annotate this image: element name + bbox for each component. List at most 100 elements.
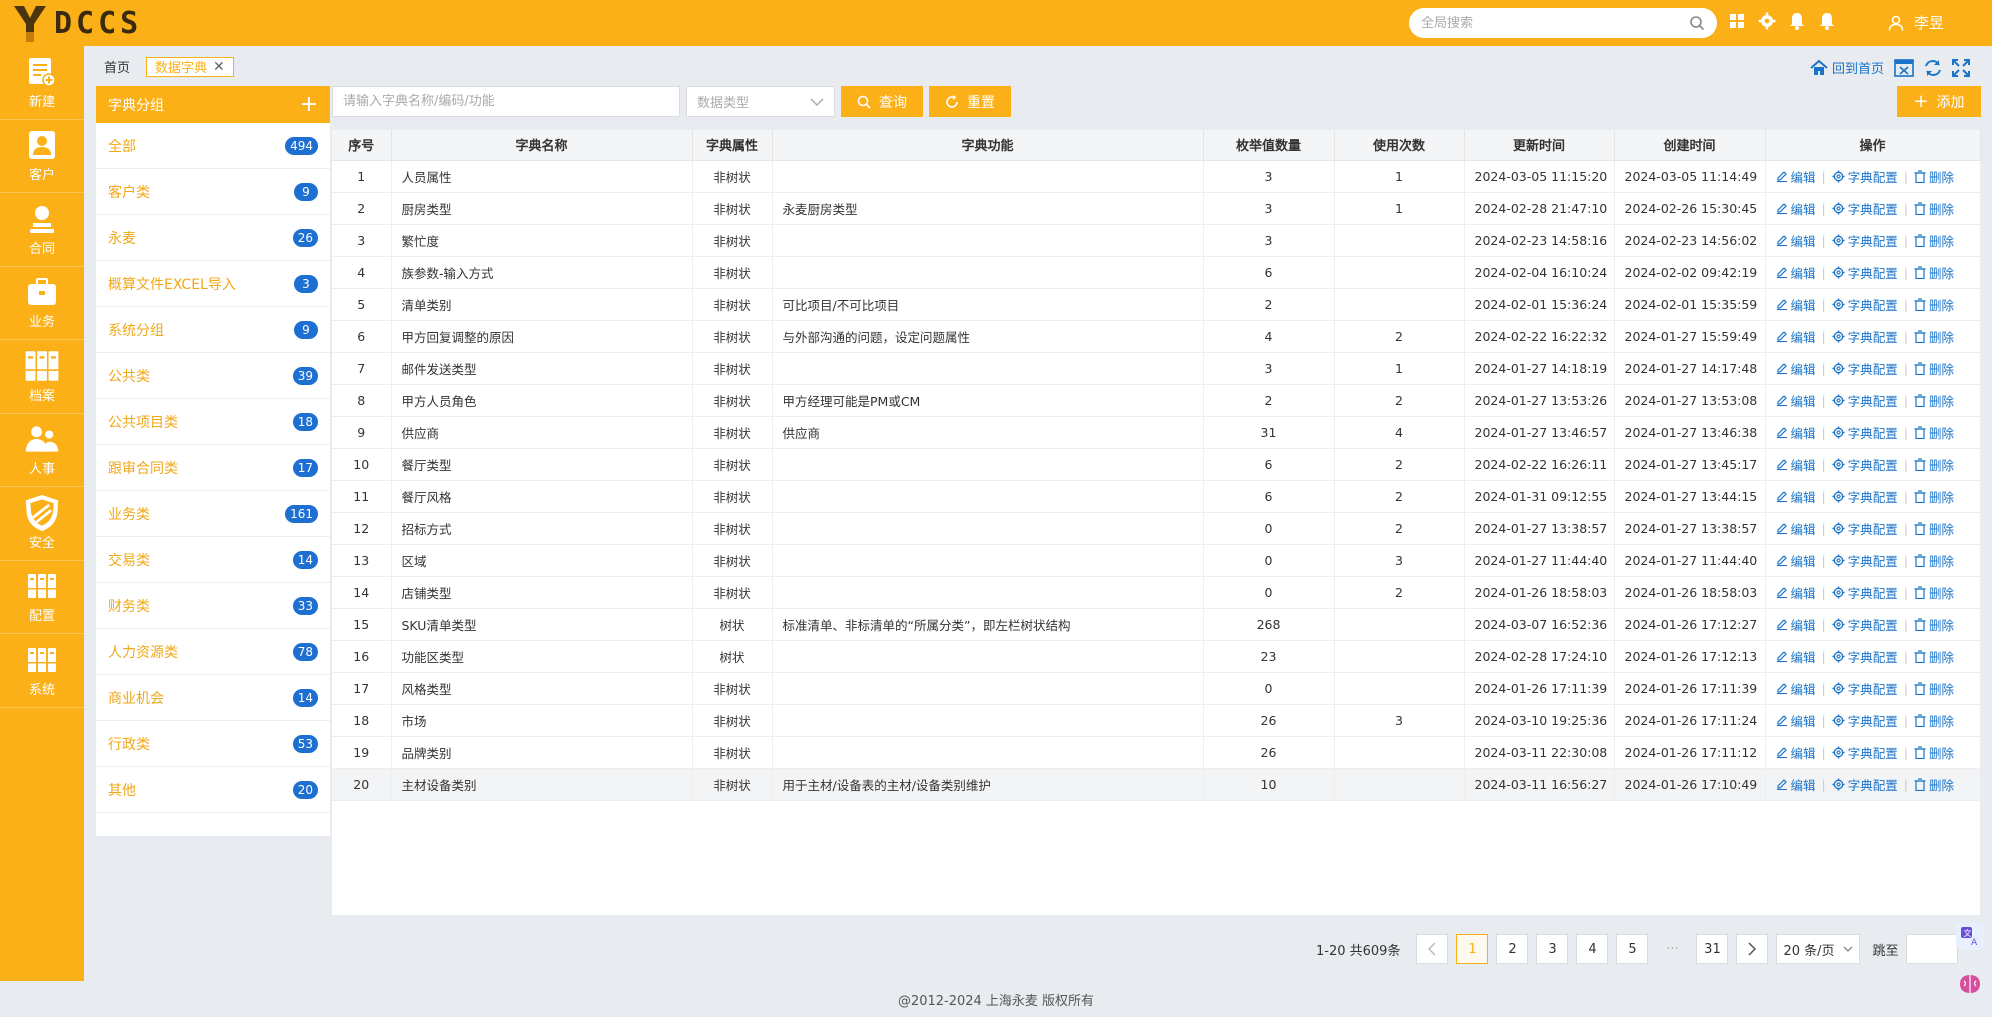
query-button[interactable]: 查询 [841,86,923,117]
edit-link[interactable]: 编辑 [1776,551,1816,570]
dictionary-config-link[interactable]: 字典配置 [1832,647,1898,666]
table-row[interactable]: 1 人员属性 非树状 3 1 2024-03-05 11:15:20 2024-03-05 … [332,160,1981,193]
edit-link[interactable]: 编辑 [1776,487,1816,506]
delete-link[interactable]: 删除 [1914,295,1954,314]
delete-link[interactable]: 删除 [1914,391,1954,410]
table-row[interactable]: 20 主材设备类别 非树状 用于主材/设备表的主材/设备类别维护 10 2024-03-1… [332,768,1981,801]
delete-link[interactable]: 删除 [1914,711,1954,730]
edit-link[interactable]: 编辑 [1776,519,1816,538]
back-home-link[interactable]: 回到首页 [1810,58,1884,77]
user-menu[interactable]: 李昱 [1888,12,1944,33]
global-search-input[interactable] [1421,15,1661,31]
alert-bell-icon[interactable] [1818,11,1836,31]
table-row[interactable]: 15 SKU清单类型 树状 标准清单、非标清单的“所属分类”，即左栏树状结构 268 20… [332,608,1981,641]
dictionary-config-link[interactable]: 字典配置 [1832,359,1898,378]
category-item[interactable]: 业务类 161 [96,491,330,537]
page-button[interactable]: 1 [1456,934,1489,964]
dictionary-config-link[interactable]: 字典配置 [1832,455,1898,474]
delete-link[interactable]: 删除 [1914,263,1954,282]
add-button[interactable]: + 添加 [1897,86,1981,117]
table-row[interactable]: 3 繁忙度 非树状 3 2024-02-23 14:58:16 2024-02-23 14… [332,224,1981,257]
category-item[interactable]: 公共项目类 18 [96,399,330,445]
edit-link[interactable]: 编辑 [1776,583,1816,602]
category-item[interactable]: 跟审合同类 17 [96,445,330,491]
category-item[interactable]: 系统分组 9 [96,307,330,353]
edit-link[interactable]: 编辑 [1776,295,1816,314]
dictionary-config-link[interactable]: 字典配置 [1832,199,1898,218]
delete-link[interactable]: 删除 [1914,327,1954,346]
edit-link[interactable]: 编辑 [1776,775,1816,794]
dictionary-config-link[interactable]: 字典配置 [1832,295,1898,314]
page-button[interactable]: 2 [1496,934,1529,964]
nav-item-config[interactable]: 配置 [0,561,84,634]
table-row[interactable]: 17 风格类型 非树状 0 2024-01-26 17:11:39 2024-01-26 … [332,672,1981,705]
table-row[interactable]: 14 店铺类型 非树状 0 2 2024-01-26 18:58:03 2024-01-26… [332,576,1981,609]
dictionary-config-link[interactable]: 字典配置 [1832,423,1898,442]
delete-link[interactable]: 删除 [1914,455,1954,474]
dictionary-config-link[interactable]: 字典配置 [1832,263,1898,282]
last-page-button[interactable]: 31 [1696,934,1729,964]
page-size-select[interactable]: 20 条/页 [1776,934,1861,964]
notification-bell-icon[interactable] [1788,11,1806,31]
delete-link[interactable]: 删除 [1914,743,1954,762]
dictionary-config-link[interactable]: 字典配置 [1832,743,1898,762]
category-item[interactable]: 人力资源类 78 [96,629,330,675]
close-window-icon[interactable] [1894,58,1914,77]
table-row[interactable]: 4 族参数-输入方式 非树状 6 2024-02-04 16:10:24 2024-02-… [332,256,1981,289]
edit-link[interactable]: 编辑 [1776,327,1816,346]
app-logo[interactable]: DCCS [8,2,142,44]
search-icon[interactable] [1689,15,1705,31]
delete-link[interactable]: 删除 [1914,487,1954,506]
table-row[interactable]: 11 餐厅风格 非树状 6 2 2024-01-31 09:12:55 2024-01-27… [332,480,1981,513]
edit-link[interactable]: 编辑 [1776,455,1816,474]
delete-link[interactable]: 删除 [1914,423,1954,442]
tab-home[interactable]: 首页 [96,55,138,78]
dictionary-config-link[interactable]: 字典配置 [1832,487,1898,506]
table-row[interactable]: 5 清单类别 非树状 可比项目/不可比项目 2 2024-02-01 15:36:24 20… [332,288,1981,321]
edit-link[interactable]: 编辑 [1776,359,1816,378]
dictionary-config-link[interactable]: 字典配置 [1832,391,1898,410]
category-item[interactable]: 财务类 33 [96,583,330,629]
dictionary-config-link[interactable]: 字典配置 [1832,615,1898,634]
nav-item-security[interactable]: 安全 [0,487,84,561]
nav-item-hr[interactable]: 人事 [0,414,84,487]
page-button[interactable]: 4 [1576,934,1609,964]
nav-item-customer[interactable]: 客户 [0,120,84,193]
table-row[interactable]: 19 品牌类别 非树状 26 2024-03-11 22:30:08 2024-01-26… [332,736,1981,769]
global-search[interactable] [1409,8,1717,38]
table-row[interactable]: 18 市场 非树状 26 3 2024-03-10 19:25:36 2024-01-26 … [332,704,1981,737]
table-row[interactable]: 13 区域 非树状 0 3 2024-01-27 11:44:40 2024-01-27 1… [332,544,1981,577]
dictionary-config-link[interactable]: 字典配置 [1832,711,1898,730]
edit-link[interactable]: 编辑 [1776,391,1816,410]
edit-link[interactable]: 编辑 [1776,679,1816,698]
tab-data-dictionary[interactable]: 数据字典 ✕ [146,56,234,77]
refresh-icon[interactable] [1924,59,1942,77]
category-item[interactable]: 全部 494 [96,123,330,169]
dictionary-config-link[interactable]: 字典配置 [1832,775,1898,794]
dictionary-config-link[interactable]: 字典配置 [1832,551,1898,570]
page-button[interactable]: 5 [1616,934,1649,964]
table-row[interactable]: 7 邮件发送类型 非树状 3 1 2024-01-27 14:18:19 2024-01-2… [332,352,1981,385]
category-item[interactable]: 行政类 53 [96,721,330,767]
next-page-button[interactable] [1736,934,1769,964]
fullscreen-icon[interactable] [1952,58,1971,77]
table-row[interactable]: 8 甲方人员角色 非树状 甲方经理可能是PM或CM 2 2 2024-01-27 13:53… [332,384,1981,417]
page-button[interactable]: 3 [1536,934,1569,964]
edit-link[interactable]: 编辑 [1776,167,1816,186]
delete-link[interactable]: 删除 [1914,679,1954,698]
delete-link[interactable]: 删除 [1914,583,1954,602]
edit-link[interactable]: 编辑 [1776,423,1816,442]
delete-link[interactable]: 删除 [1914,167,1954,186]
delete-link[interactable]: 删除 [1914,231,1954,250]
nav-item-new[interactable]: 新建 [0,46,84,120]
category-item[interactable]: 交易类 14 [96,537,330,583]
dictionary-config-link[interactable]: 字典配置 [1832,167,1898,186]
edit-link[interactable]: 编辑 [1776,647,1816,666]
settings-gear-icon[interactable] [1758,11,1776,31]
table-row[interactable]: 9 供应商 非树状 供应商 31 4 2024-01-27 13:46:57 2024-01-… [332,416,1981,449]
edit-link[interactable]: 编辑 [1776,615,1816,634]
delete-link[interactable]: 删除 [1914,359,1954,378]
page-ellipsis[interactable]: ··· [1656,942,1688,957]
edit-link[interactable]: 编辑 [1776,231,1816,250]
delete-link[interactable]: 删除 [1914,199,1954,218]
